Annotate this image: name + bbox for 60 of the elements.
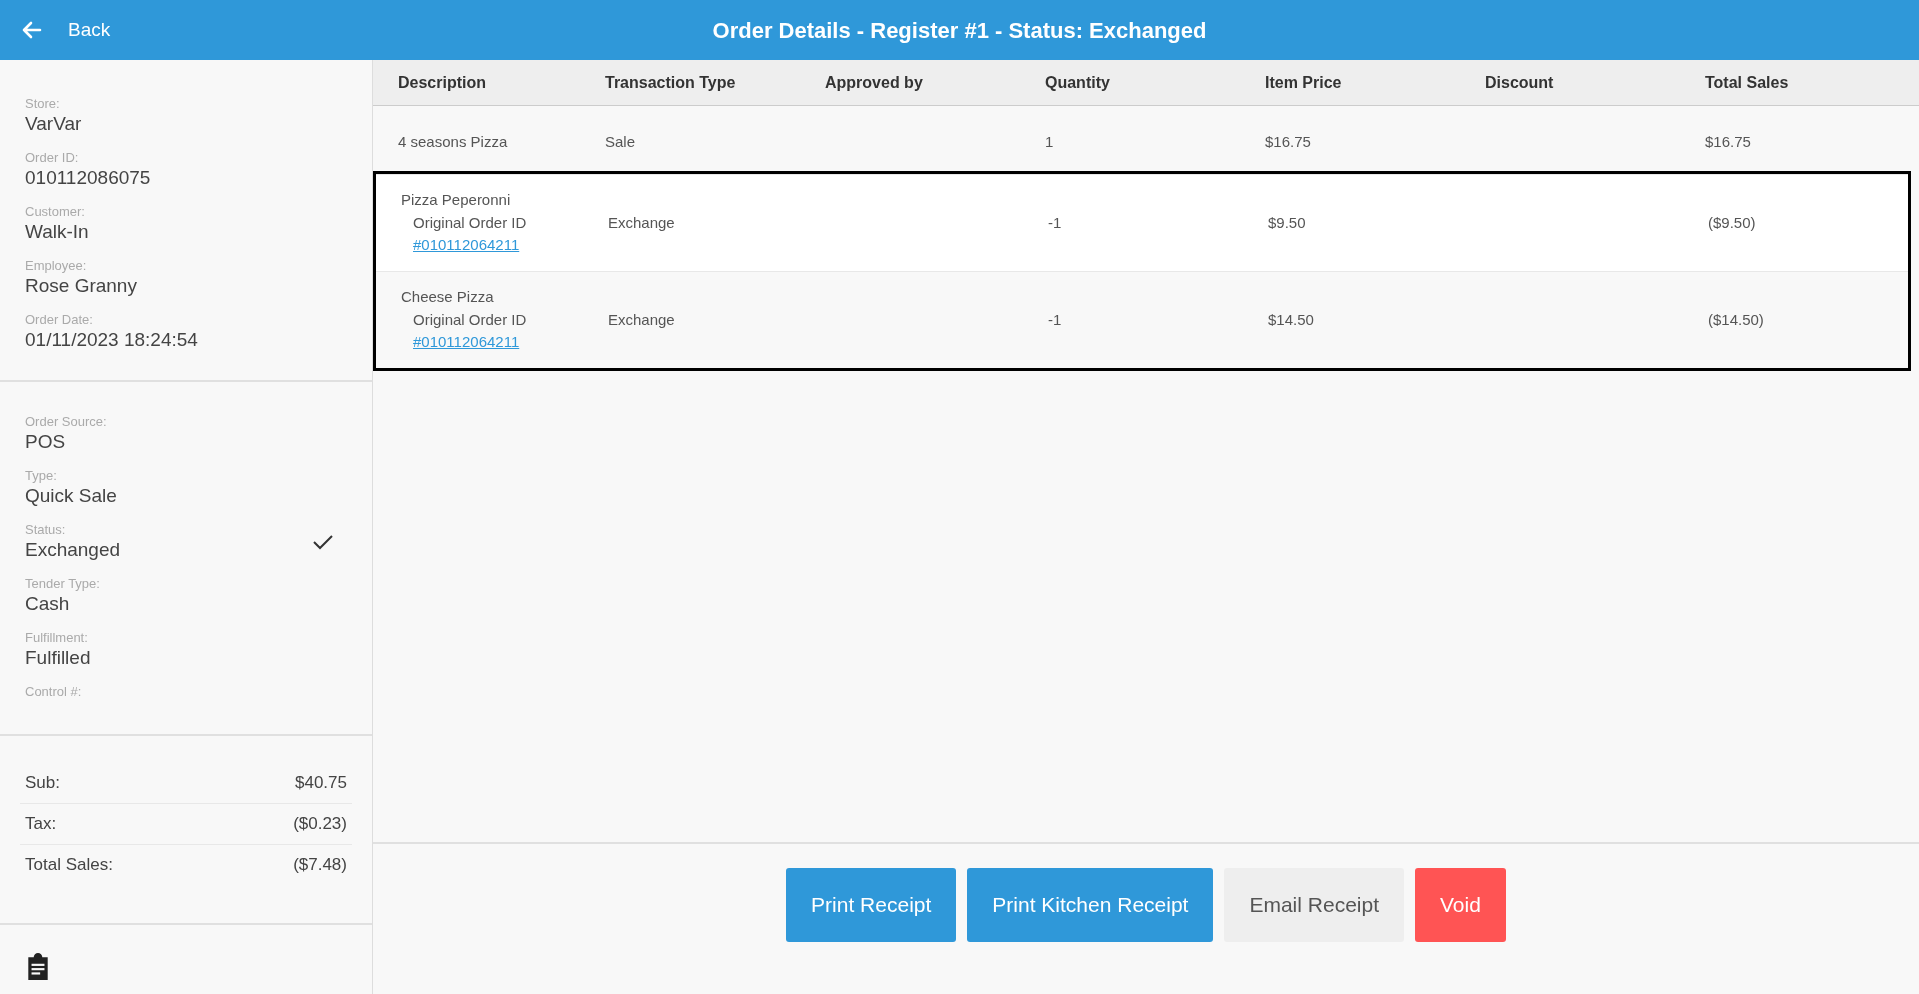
field-label: Fulfillment:: [25, 630, 89, 646]
table-cell-text: $16.75: [1265, 132, 1312, 153]
action-button[interactable]: Print Receipt: [786, 868, 957, 942]
table-cell-text: ($14.50): [1708, 309, 1765, 330]
field-value: Rose Granny: [25, 274, 138, 298]
total-value: $40.75: [295, 771, 347, 794]
total-label: Total Sales:: [25, 854, 113, 877]
table-cell-text: 4 seasons Pizza: [398, 132, 509, 153]
column-header: Total Sales: [1705, 72, 1790, 93]
field-label: Status:: [25, 522, 67, 538]
column-header: Item Price: [1265, 72, 1343, 93]
table-cell-text: $16.75: [1705, 132, 1752, 153]
field-label: Store:: [25, 96, 61, 112]
order-link[interactable]: #010112064211: [401, 331, 520, 354]
field-label: Order ID:: [25, 150, 80, 166]
back-button[interactable]: Back: [0, 15, 111, 45]
total-value: ($7.48): [293, 854, 347, 877]
order-link[interactable]: #010112064211: [401, 234, 520, 257]
field-value: Quick Sale: [25, 484, 118, 508]
table-cell-text: Exchange: [608, 212, 676, 233]
total-label: Sub:: [25, 771, 60, 794]
column-header: Transaction Type: [605, 72, 737, 93]
table-cell-text: Exchange: [608, 309, 676, 330]
column-header: Approved by: [825, 72, 924, 93]
column-header: Quantity: [1045, 72, 1111, 93]
column-header: Description: [398, 72, 487, 93]
table-cell-text: ($9.50): [1708, 212, 1757, 233]
field-value: 010112086075: [25, 166, 152, 190]
column-header: Discount: [1485, 72, 1555, 93]
field-value: Walk-In: [25, 220, 90, 244]
total-label: Tax:: [25, 813, 57, 836]
action-button[interactable]: Print Kitchen Receipt: [967, 868, 1214, 942]
table-cell-text: -1: [1048, 309, 1063, 330]
field-value: POS: [25, 430, 67, 454]
table-cell-text: 1: [1045, 132, 1055, 153]
field-label: Customer:: [25, 204, 86, 220]
field-value: Exchanged: [25, 538, 122, 562]
field-label: Type:: [25, 468, 58, 484]
table-cell-text: Cheese Pizza: [401, 287, 495, 308]
field-value: VarVar: [25, 112, 83, 136]
field-label: Control #:: [25, 684, 83, 700]
field-label: Tender Type:: [25, 576, 101, 592]
field-value: Fulfilled: [25, 646, 92, 670]
table-cell-text: Original Order ID: [412, 212, 528, 233]
action-button[interactable]: Void: [1415, 868, 1506, 942]
table-cell-text: -1: [1048, 212, 1063, 233]
field-value: Cash: [25, 592, 71, 616]
table-cell-text: Original Order ID: [412, 309, 528, 330]
page-title: Order Details - Register #1 - Status: Exchanged: [712, 16, 1207, 45]
table-cell-text: $9.50: [1268, 212, 1307, 233]
table-cell-text: Pizza Peperonni: [401, 190, 512, 211]
total-value: ($0.23): [293, 813, 347, 836]
field-label: Employee:: [25, 258, 88, 274]
action-button[interactable]: Email Receipt: [1224, 868, 1404, 942]
field-label: Order Source:: [25, 414, 108, 430]
table-cell-text: $14.50: [1268, 309, 1315, 330]
table-cell-text: Sale: [605, 132, 637, 153]
field-value: 01/11/2023 18:24:54: [25, 328, 199, 352]
field-label: Order Date:: [25, 312, 94, 328]
clipboard-icon[interactable]: [25, 953, 51, 981]
